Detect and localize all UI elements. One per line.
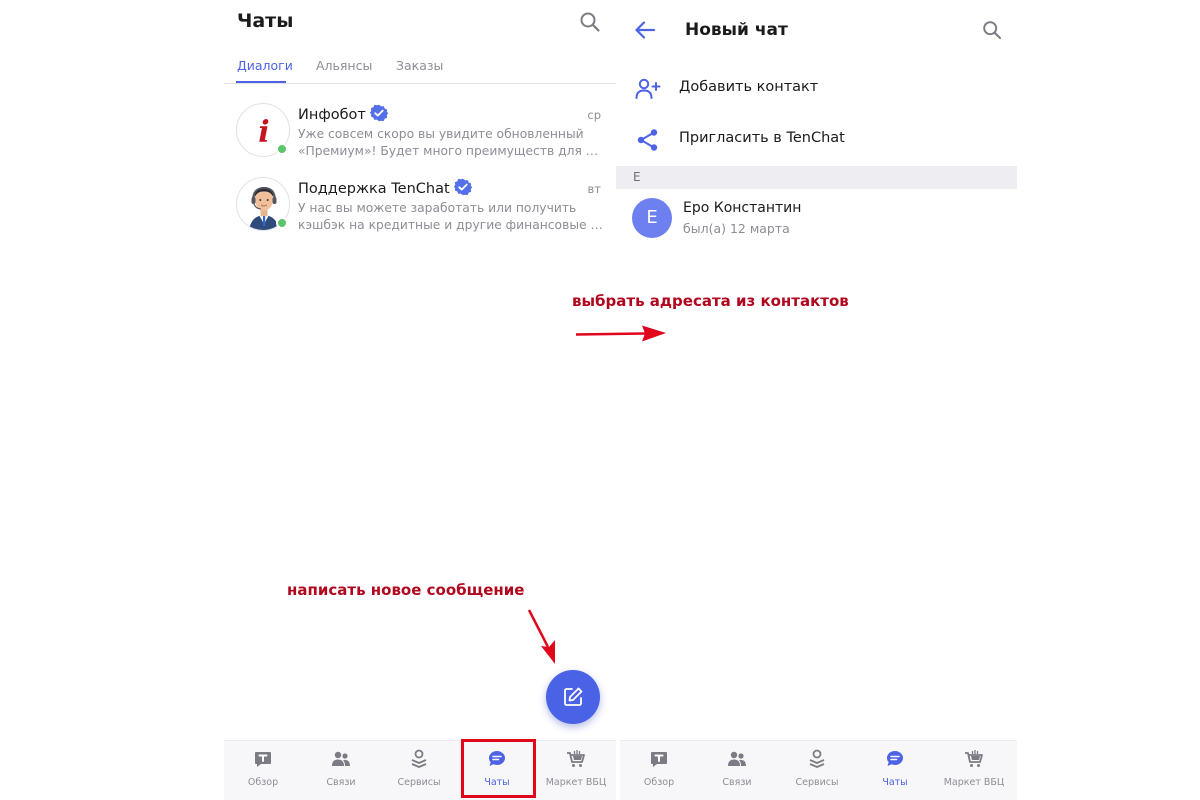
stack-icon xyxy=(411,749,427,768)
nav-item-chats[interactable]: Чаты xyxy=(856,741,934,800)
nav-item-market[interactable]: Маркет ВБЦ xyxy=(934,741,1014,800)
nav-item-connections[interactable]: Связи xyxy=(698,741,776,800)
cart-icon xyxy=(567,750,585,767)
new-chat-screen: Новый чат Добавить контакт Пригласить в … xyxy=(616,0,1017,800)
add-contact-button[interactable]: Добавить контакт xyxy=(616,65,1017,113)
svg-text:i: i xyxy=(258,115,269,150)
add-person-icon xyxy=(635,78,661,99)
nav-item-chats[interactable]: Чаты xyxy=(458,741,536,800)
chat-bubble-icon xyxy=(887,751,903,766)
online-indicator xyxy=(276,143,288,155)
annotation-new-message: написать новое сообщение xyxy=(287,581,525,599)
stack-icon xyxy=(809,749,825,768)
back-arrow-icon[interactable] xyxy=(634,19,656,41)
bottom-nav-right: Обзор Связи Сервисы Чаты Маркет ВБЦ xyxy=(620,740,1017,800)
chat-tabs: Диалоги Альянсы Заказы xyxy=(224,50,616,84)
contact-last-seen: был(а) 12 марта xyxy=(683,221,790,236)
page-title: Чаты xyxy=(237,10,294,32)
edit-icon xyxy=(564,687,583,706)
nav-item-services[interactable]: Сервисы xyxy=(380,741,458,800)
verified-badge-icon xyxy=(369,104,388,122)
tab-alliances[interactable]: Альянсы xyxy=(316,58,372,73)
search-icon[interactable] xyxy=(982,20,1002,40)
avatar: Е xyxy=(632,198,672,238)
chat-name: Поддержка TenChat xyxy=(298,178,472,197)
contact-item[interactable]: Е Еро Константин был(а) 12 марта xyxy=(616,195,1017,243)
invite-to-tenchat-button[interactable]: Пригласить в TenChat xyxy=(616,116,1017,164)
bottom-nav-left: Обзор Связи Сервисы Чаты Маркет ВБЦ xyxy=(224,740,616,800)
nav-item-overview[interactable]: Обзор xyxy=(224,741,302,800)
nav-item-market[interactable]: Маркет ВБЦ xyxy=(536,741,616,800)
chat-bubble-icon xyxy=(489,751,505,766)
people-icon xyxy=(728,751,746,766)
cart-icon xyxy=(965,750,983,767)
contact-name: Еро Константин xyxy=(683,200,802,216)
search-icon[interactable] xyxy=(579,11,601,33)
nav-item-overview[interactable]: Обзор xyxy=(620,741,698,800)
annotation-choose-contact: выбрать адресата из контактов xyxy=(572,292,849,310)
nav-item-services[interactable]: Сервисы xyxy=(778,741,856,800)
new-message-button[interactable] xyxy=(546,670,600,724)
tenchat-t-icon xyxy=(255,752,271,767)
page-title: Новый чат xyxy=(685,20,788,40)
tenchat-t-icon xyxy=(651,752,667,767)
nav-item-connections[interactable]: Связи xyxy=(302,741,380,800)
verified-badge-icon xyxy=(453,178,472,196)
tab-orders[interactable]: Заказы xyxy=(396,58,443,73)
chat-time: вт xyxy=(587,182,601,196)
contacts-section-header: Е xyxy=(616,166,1017,189)
chats-screen: Чаты Диалоги Альянсы Заказы i Инфобот ср… xyxy=(224,0,616,800)
share-icon xyxy=(637,129,658,151)
chat-item-support[interactable]: Поддержка TenChat вт У нас вы можете зар… xyxy=(224,177,616,253)
chat-preview: У нас вы можете заработать или получить … xyxy=(298,201,604,232)
chat-item-infobot[interactable]: i Инфобот ср Уже совсем скоро вы увидите… xyxy=(224,103,616,179)
tab-dialogs[interactable]: Диалоги xyxy=(237,58,293,73)
people-icon xyxy=(332,751,350,766)
chat-time: ср xyxy=(587,108,601,122)
online-indicator xyxy=(276,217,288,229)
chat-name: Инфобот xyxy=(298,104,388,123)
chat-preview: Уже совсем скоро вы увидите обновленный … xyxy=(298,127,604,158)
active-tab-indicator xyxy=(236,81,286,83)
